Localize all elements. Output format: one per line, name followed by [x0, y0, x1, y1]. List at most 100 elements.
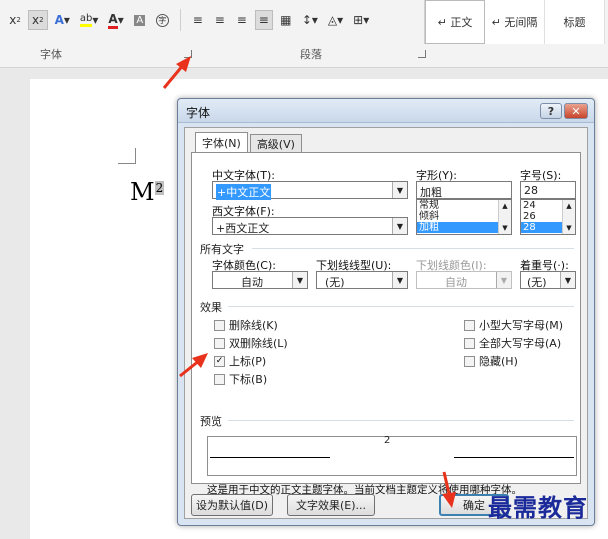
- cjk-font-combo[interactable]: +中文正文 ▼: [212, 181, 408, 200]
- subscript-checkbox[interactable]: 下标(B): [214, 371, 267, 387]
- text-effects-dialog-button[interactable]: 文字效果(E)...: [287, 494, 375, 516]
- list-item[interactable]: 加粗: [417, 222, 511, 233]
- hidden-label: 隐藏(H): [479, 355, 518, 368]
- character-shading-button[interactable]: A: [131, 10, 149, 30]
- style-normal[interactable]: ↵ 正文: [425, 0, 485, 44]
- ribbon-toolbar: x2 x2 A ▾ ab ▾ A ▾ A 字 ≡ ≡ ≡ ≡ ▦ ↕▾ ◬▾ ⊞▾: [6, 8, 372, 32]
- close-button[interactable]: ✕: [564, 103, 588, 119]
- tab-font[interactable]: 字体(N): [195, 132, 248, 152]
- style-no-spacing[interactable]: ↵ 无间隔: [485, 0, 545, 44]
- margin-corner-mark: [118, 148, 136, 164]
- western-font-value: +西文正文: [216, 222, 270, 235]
- underline-type-combo[interactable]: (无) ▼: [316, 271, 408, 289]
- check-icon[interactable]: ✓: [214, 355, 225, 367]
- preview-sample: 2: [384, 435, 391, 446]
- chevron-down-icon[interactable]: ▼: [392, 218, 407, 234]
- dialog-tabs: 字体(N) 高级(V): [195, 132, 304, 152]
- style-heading[interactable]: 标题: [545, 0, 605, 44]
- strikethrough-label: 删除线(K): [229, 319, 278, 332]
- preview-line: [210, 457, 330, 458]
- shading-button[interactable]: ◬▾: [325, 10, 346, 30]
- distributed-button[interactable]: ▦: [277, 10, 295, 30]
- dialog-title: 字体: [186, 106, 211, 120]
- font-color-combo[interactable]: 自动 ▼: [212, 271, 308, 289]
- preview-line: [454, 457, 574, 458]
- help-button[interactable]: ?: [540, 103, 562, 119]
- preview-box: 2: [207, 435, 577, 476]
- emphasis-mark-value: (无): [527, 276, 547, 289]
- tab-advanced[interactable]: 高级(V): [249, 134, 302, 152]
- superscript-checkbox[interactable]: ✓ 上标(P): [214, 353, 266, 369]
- subscript-label: 下标(B): [229, 373, 268, 386]
- font-style-list[interactable]: 常规 倾斜 加粗 ▲ ▼: [416, 199, 512, 235]
- divider: [228, 306, 574, 307]
- dialog-titlebar[interactable]: 字体 ? ✕: [178, 99, 594, 123]
- hidden-checkbox[interactable]: 隐藏(H): [464, 353, 518, 369]
- western-font-combo[interactable]: +西文正文 ▼: [212, 217, 408, 235]
- cjk-font-value: +中文正文: [216, 184, 272, 200]
- small-caps-checkbox[interactable]: 小型大写字母(M): [464, 317, 563, 333]
- font-group-label: 字体: [40, 48, 62, 61]
- underline-color-value: 自动: [445, 276, 467, 289]
- paragraph-dialog-launcher-icon[interactable]: [418, 50, 426, 58]
- emphasis-mark-combo[interactable]: (无) ▼: [520, 271, 576, 289]
- font-color-button[interactable]: A ▾: [105, 10, 126, 30]
- list-item[interactable]: 倾斜: [417, 211, 511, 222]
- preview-heading: 预览: [200, 415, 222, 428]
- font-size-value: 28: [524, 184, 538, 197]
- strikethrough-checkbox[interactable]: 删除线(K): [214, 317, 278, 333]
- subscript-button[interactable]: x2: [6, 10, 24, 30]
- checkbox-box[interactable]: [464, 319, 475, 331]
- double-strikethrough-label: 双删除线(L): [229, 337, 288, 350]
- red-arrow-icon: [162, 56, 191, 89]
- align-right-button[interactable]: ≡: [233, 10, 251, 30]
- font-style-input[interactable]: 加粗: [416, 181, 512, 199]
- font-size-input[interactable]: 28: [520, 181, 576, 199]
- borders-button[interactable]: ⊞▾: [350, 10, 372, 30]
- list-item[interactable]: 常规: [417, 200, 511, 211]
- align-center-button[interactable]: ≡: [211, 10, 229, 30]
- document-text[interactable]: M2: [130, 178, 165, 206]
- align-left-button[interactable]: ≡: [189, 10, 207, 30]
- checkbox-box[interactable]: [214, 337, 225, 349]
- red-arrow-icon: [442, 471, 456, 508]
- checkbox-box[interactable]: [464, 337, 475, 349]
- paragraph-group-label: 段落: [300, 48, 322, 61]
- ribbon-separator: [179, 9, 181, 31]
- font-style-value: 加粗: [420, 186, 442, 199]
- scrollbar[interactable]: ▲ ▼: [562, 200, 575, 234]
- all-text-heading: 所有文字: [200, 243, 244, 256]
- checkbox-box[interactable]: [214, 373, 225, 385]
- superscript-label: 上标(P): [229, 355, 267, 368]
- font-color-value: 自动: [241, 276, 263, 289]
- justify-button[interactable]: ≡: [254, 10, 273, 30]
- double-strikethrough-checkbox[interactable]: 双删除线(L): [214, 335, 288, 351]
- font-size-list[interactable]: 24 26 28 ▲ ▼: [520, 199, 576, 235]
- all-caps-label: 全部大写字母(A): [479, 337, 562, 350]
- highlight-color-button[interactable]: ab ▾: [77, 10, 102, 30]
- chevron-down-icon[interactable]: ▼: [392, 272, 407, 288]
- underline-color-combo: 自动 ▼: [416, 271, 512, 289]
- checkbox-box[interactable]: [464, 355, 475, 367]
- scrollbar[interactable]: ▲ ▼: [498, 200, 511, 234]
- dialog-client: 字体(N) 高级(V) 中文字体(T): +中文正文 ▼ 西文字体(F): +西…: [184, 127, 588, 519]
- chevron-down-icon[interactable]: ▼: [560, 272, 575, 288]
- enclose-characters-button[interactable]: 字: [153, 10, 172, 30]
- text-effects-button[interactable]: A ▾: [52, 10, 73, 30]
- small-caps-label: 小型大写字母(M): [479, 319, 564, 332]
- superscript-text: 2: [154, 181, 165, 195]
- line-spacing-button[interactable]: ↕▾: [299, 10, 321, 30]
- font-dialog: 字体 ? ✕ 字体(N) 高级(V) 中文字体(T): +中文正文 ▼ 西文字体…: [177, 98, 595, 526]
- divider: [228, 420, 574, 421]
- base-text: M: [130, 178, 155, 206]
- divider: [252, 248, 574, 249]
- ribbon: x2 x2 A ▾ ab ▾ A ▾ A 字 ≡ ≡ ≡ ≡ ▦ ↕▾ ◬▾ ⊞▾ 字…: [0, 0, 608, 68]
- underline-type-value: (无): [325, 276, 345, 289]
- checkbox-box[interactable]: [214, 319, 225, 331]
- all-caps-checkbox[interactable]: 全部大写字母(A): [464, 335, 561, 351]
- chevron-down-icon[interactable]: ▼: [292, 272, 307, 288]
- chevron-down-icon[interactable]: ▼: [392, 182, 407, 198]
- set-default-button[interactable]: 设为默认值(D): [191, 494, 273, 516]
- superscript-button[interactable]: x2: [28, 10, 48, 30]
- chevron-down-icon: ▼: [496, 272, 511, 288]
